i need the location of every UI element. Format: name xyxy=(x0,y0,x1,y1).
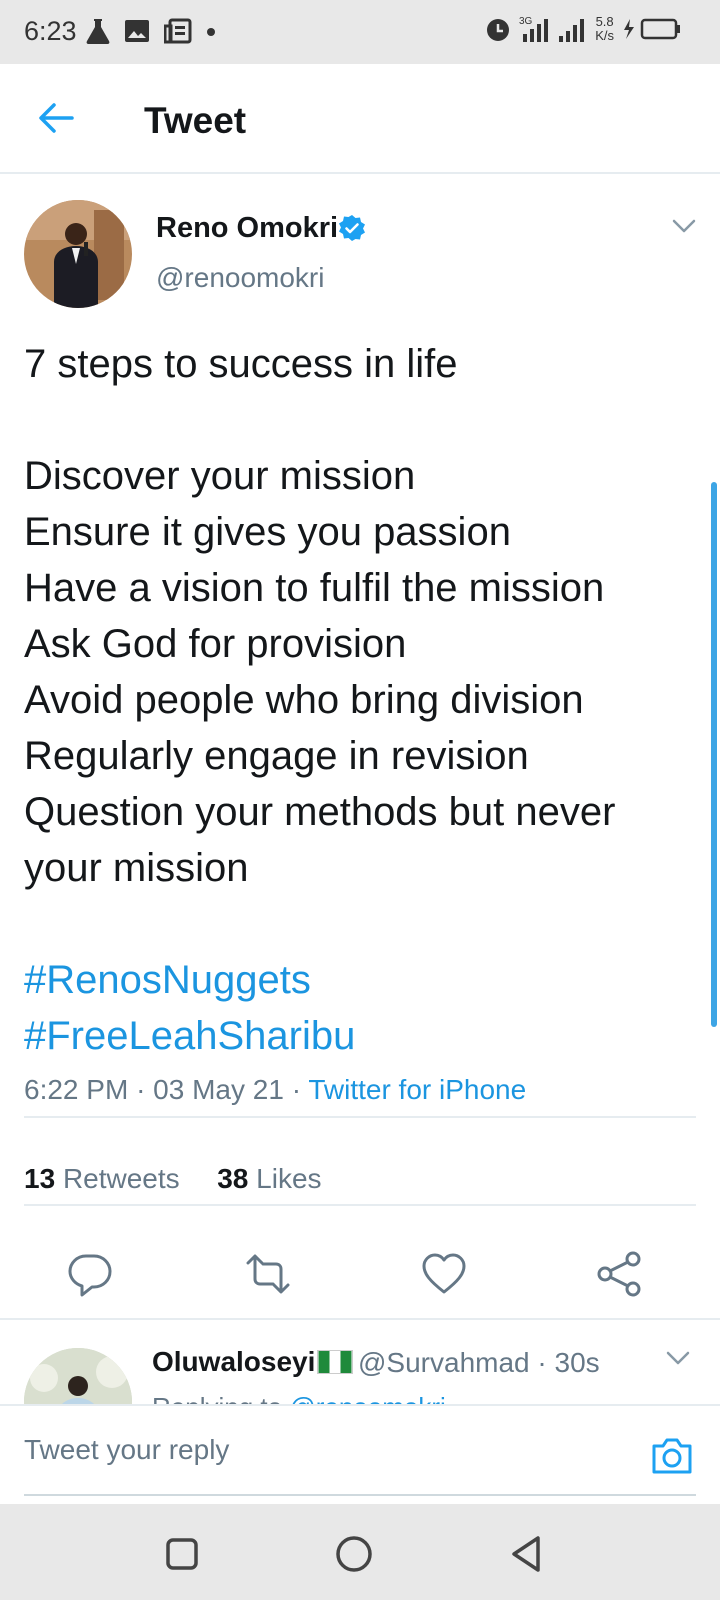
hashtag-link[interactable]: #FreeLeahSharibu xyxy=(24,1008,704,1064)
reply-input[interactable] xyxy=(24,1434,624,1466)
flask-icon xyxy=(86,19,110,44)
tweet-text: 7 steps to success in life Discover your… xyxy=(24,336,704,1064)
tweet-actions xyxy=(0,1250,720,1310)
signal-3g-icon: 3G xyxy=(519,16,549,42)
tweet-date: 03 May 21 xyxy=(153,1074,284,1105)
back-triangle-icon[interactable] xyxy=(508,1534,548,1574)
scroll-indicator[interactable] xyxy=(711,482,717,1027)
tweet-line: Ensure it gives you passion xyxy=(24,510,511,554)
reply-item[interactable]: Oluwaloseyi @Survahmad · 30s Replying to… xyxy=(0,1320,720,1404)
svg-text:3G: 3G xyxy=(519,16,533,27)
tweet-line: your mission xyxy=(24,846,249,890)
status-bar: 6:23 3G 5.8 K/s xyxy=(0,0,720,64)
tweet-line: Discover your mission xyxy=(24,454,416,498)
reply-icon[interactable] xyxy=(66,1250,114,1298)
status-left-icons xyxy=(86,18,216,44)
recents-square-icon[interactable] xyxy=(162,1534,202,1574)
tweet-time: 6:22 PM xyxy=(24,1074,129,1105)
reply-avatar[interactable] xyxy=(24,1348,132,1404)
app-bar: Tweet xyxy=(0,64,720,174)
image-icon xyxy=(125,20,149,42)
likes-stat[interactable]: 38 Likes xyxy=(217,1163,321,1194)
divider xyxy=(24,1204,696,1206)
retweet-icon[interactable] xyxy=(244,1250,292,1298)
page-title: Tweet xyxy=(144,100,247,141)
dot-icon xyxy=(207,28,215,36)
chevron-down-icon[interactable] xyxy=(666,1350,690,1366)
tweet-meta: 6:22 PM · 03 May 21 · Twitter for iPhone xyxy=(24,1074,526,1106)
author-handle[interactable]: @renoomokri xyxy=(156,262,324,294)
status-right-icons: 3G 5.8 K/s xyxy=(485,14,682,44)
signal-icon xyxy=(559,19,585,42)
nigeria-flag-icon xyxy=(317,1350,354,1374)
tweet-stats: 13 Retweets 38 Likes xyxy=(24,1163,322,1195)
battery-charging-icon xyxy=(624,18,680,40)
chevron-down-icon[interactable] xyxy=(672,218,696,234)
news-icon xyxy=(164,18,192,44)
tweet-line: Ask God for provision xyxy=(24,622,407,666)
retweets-stat[interactable]: 13 Retweets xyxy=(24,1163,180,1194)
camera-icon[interactable] xyxy=(650,1436,694,1476)
reply-underline xyxy=(24,1494,696,1496)
tweet-source-link[interactable]: Twitter for iPhone xyxy=(308,1074,526,1105)
hashtag-link[interactable]: #RenosNuggets xyxy=(24,952,704,1008)
reply-author[interactable]: Oluwaloseyi xyxy=(152,1346,354,1378)
verified-badge-icon xyxy=(339,215,365,241)
meta-separator: · xyxy=(136,1074,154,1105)
replying-to: Replying to @renoomokri xyxy=(152,1392,446,1404)
tweet-line: 7 steps to success in life xyxy=(24,342,458,386)
share-icon[interactable] xyxy=(596,1250,644,1298)
arrow-left-icon[interactable] xyxy=(36,98,76,138)
author-name[interactable]: Reno Omokri xyxy=(156,212,338,245)
tweet-line: Regularly engage in revision xyxy=(24,734,529,778)
status-time: 6:23 xyxy=(24,16,77,46)
network-speed: 5.8 K/s xyxy=(595,14,614,43)
system-nav-bar xyxy=(0,1504,720,1600)
home-circle-icon[interactable] xyxy=(334,1534,374,1574)
avatar[interactable] xyxy=(24,200,132,308)
alarm-icon xyxy=(487,19,510,41)
reply-handle-time: @Survahmad · 30s xyxy=(358,1347,600,1378)
like-icon[interactable] xyxy=(420,1250,468,1298)
tweet-line: Question your methods but never xyxy=(24,790,616,834)
divider xyxy=(24,1116,696,1118)
tweet-line: Avoid people who bring division xyxy=(24,678,584,722)
tweet-line: Have a vision to fulfil the mission xyxy=(24,566,605,610)
meta-separator: · xyxy=(291,1074,309,1105)
reply-composer xyxy=(0,1404,720,1504)
